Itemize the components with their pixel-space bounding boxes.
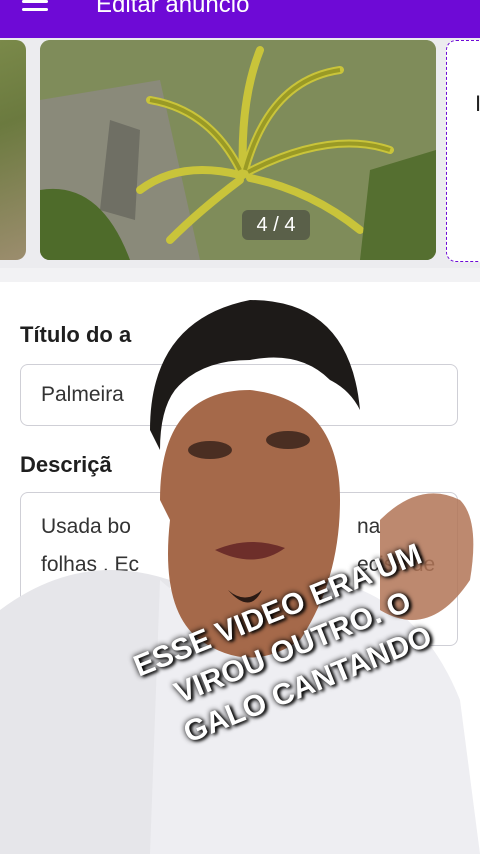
description-line: folhas . Ec (41, 553, 140, 576)
description-label: Descriçã (20, 452, 112, 477)
photo-gallery[interactable]: 4 / 4 I (0, 38, 480, 268)
title-field[interactable]: Palmeira (20, 364, 458, 426)
palm-tree-photo (40, 40, 436, 260)
add-photo-slot[interactable]: I (446, 40, 480, 262)
title-label: Título do a (20, 322, 132, 347)
photo-counter: 4 / 4 (242, 210, 310, 240)
add-slot-glyph: I (475, 91, 480, 116)
hamburger-menu-icon[interactable] (22, 0, 48, 14)
description-line: gasolina só (41, 591, 148, 614)
description-line: Usada bo (41, 515, 131, 538)
current-photo[interactable]: 4 / 4 (40, 40, 436, 260)
app-bar: Editar anúncio (0, 0, 480, 38)
title-field-value: Palmeira (41, 383, 124, 406)
previous-photo[interactable] (0, 40, 26, 260)
page-title: Editar anúncio (96, 0, 250, 18)
description-line-fragment: na (357, 515, 381, 538)
